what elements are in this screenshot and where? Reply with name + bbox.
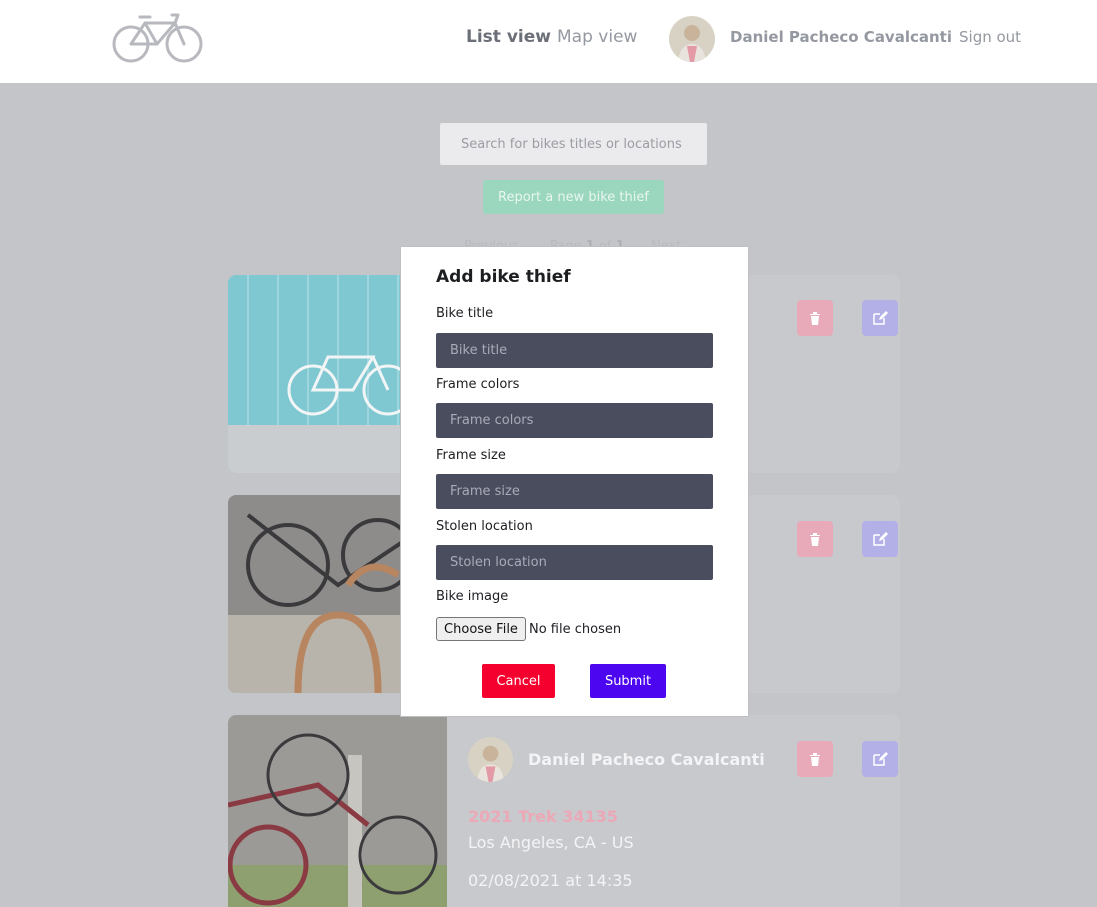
cancel-button[interactable]: Cancel (482, 664, 555, 698)
trash-icon (810, 533, 820, 546)
bike-title-input[interactable] (436, 333, 713, 368)
choose-file-button[interactable]: Choose File (436, 617, 526, 641)
frame-colors-input[interactable] (436, 403, 713, 438)
sign-out-link[interactable]: Sign out (959, 28, 1021, 46)
delete-button[interactable] (797, 521, 833, 557)
bike-title-label: Bike title (436, 306, 494, 321)
avatar[interactable] (669, 16, 715, 62)
header-user-name: Daniel Pacheco Cavalcanti (730, 28, 952, 46)
report-bike-thief-button[interactable]: Report a new bike thief (483, 180, 664, 214)
stolen-location-label: Stolen location (436, 519, 533, 534)
stolen-location-input[interactable] (436, 545, 713, 580)
bike-location: Los Angeles, CA - US (468, 833, 634, 852)
trash-icon (810, 312, 820, 325)
edit-button[interactable] (862, 521, 898, 557)
bike-date: 02/08/2021 at 14:35 (468, 871, 633, 890)
edit-icon (873, 752, 888, 766)
edit-button[interactable] (862, 741, 898, 777)
edit-button[interactable] (862, 300, 898, 336)
add-bike-thief-modal: Add bike thief Bike title Frame colors F… (400, 246, 749, 717)
submit-button[interactable]: Submit (590, 664, 666, 698)
modal-title: Add bike thief (436, 267, 571, 287)
edit-icon (873, 532, 888, 546)
avatar (468, 737, 513, 782)
trash-icon (810, 753, 820, 766)
frame-size-input[interactable] (436, 474, 713, 509)
frame-size-label: Frame size (436, 448, 506, 463)
delete-button[interactable] (797, 300, 833, 336)
delete-button[interactable] (797, 741, 833, 777)
nav-list-view[interactable]: List view (466, 27, 551, 47)
edit-icon (873, 311, 888, 325)
bike-card: Daniel Pacheco Cavalcanti 2021 Trek 3413… (228, 715, 900, 907)
top-navbar: List view Map view Daniel Pacheco Cavalc… (0, 0, 1097, 83)
nav-map-view[interactable]: Map view (557, 27, 637, 47)
bike-photo (228, 715, 447, 907)
search-input[interactable] (440, 123, 707, 165)
frame-colors-label: Frame colors (436, 377, 520, 392)
card-user-name: Daniel Pacheco Cavalcanti (528, 750, 765, 769)
file-status: No file chosen (529, 622, 622, 637)
bicycle-logo-icon[interactable] (112, 11, 204, 65)
bike-image-label: Bike image (436, 589, 509, 604)
bike-title[interactable]: 2021 Trek 34135 (468, 807, 618, 826)
